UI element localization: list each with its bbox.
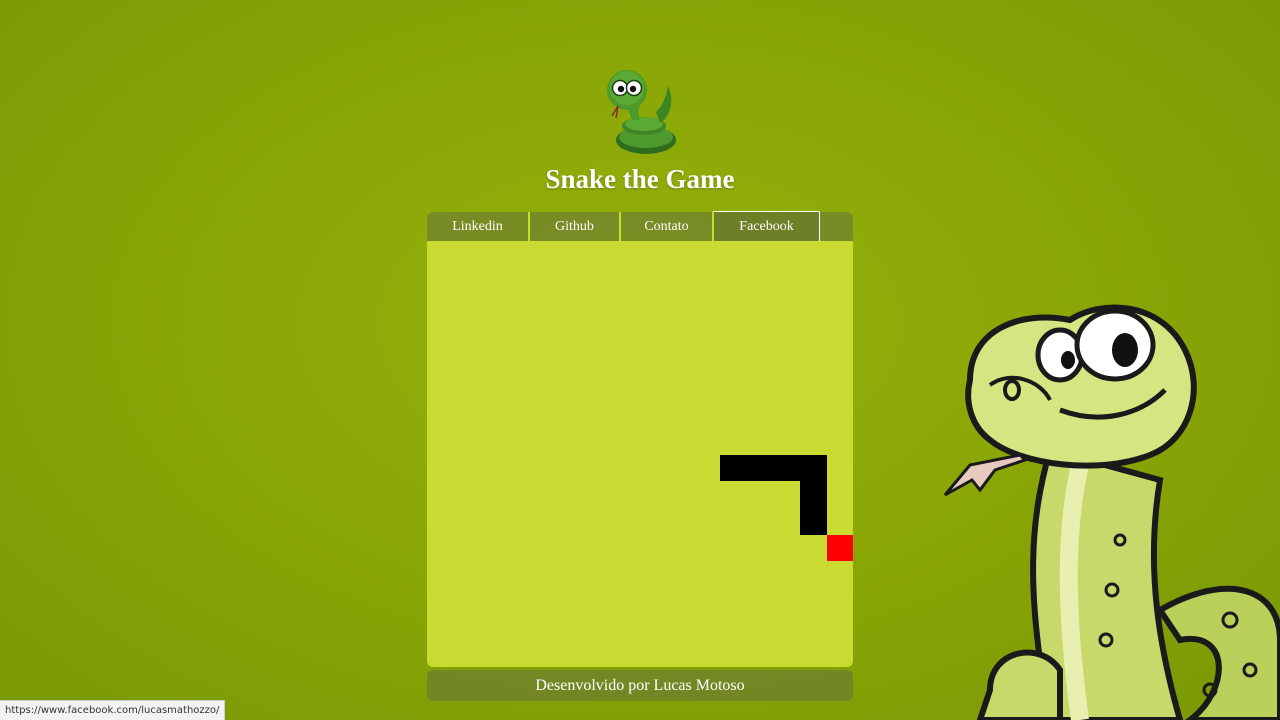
snake-body-segment (800, 481, 827, 535)
page-title: Snake the Game (545, 164, 735, 194)
status-bar-url: https://www.facebook.com/lucasmathozzo/ (0, 700, 226, 720)
nav-link-contato[interactable]: Contato (619, 212, 712, 241)
cartoon-snake-mascot-icon (943, 304, 1280, 720)
top-nav: Linkedin Github Contato Facebook (427, 211, 853, 242)
nav-link-facebook[interactable]: Facebook (712, 211, 820, 242)
snake-body-segment (720, 455, 827, 481)
nav-link-github[interactable]: Github (528, 212, 619, 241)
footer-credit: Desenvolvido por Lucas Motoso (427, 670, 853, 701)
game-board[interactable] (427, 241, 853, 667)
snake-food (827, 535, 853, 561)
snake-logo-icon (607, 70, 676, 154)
nav-link-linkedin[interactable]: Linkedin (427, 212, 528, 241)
